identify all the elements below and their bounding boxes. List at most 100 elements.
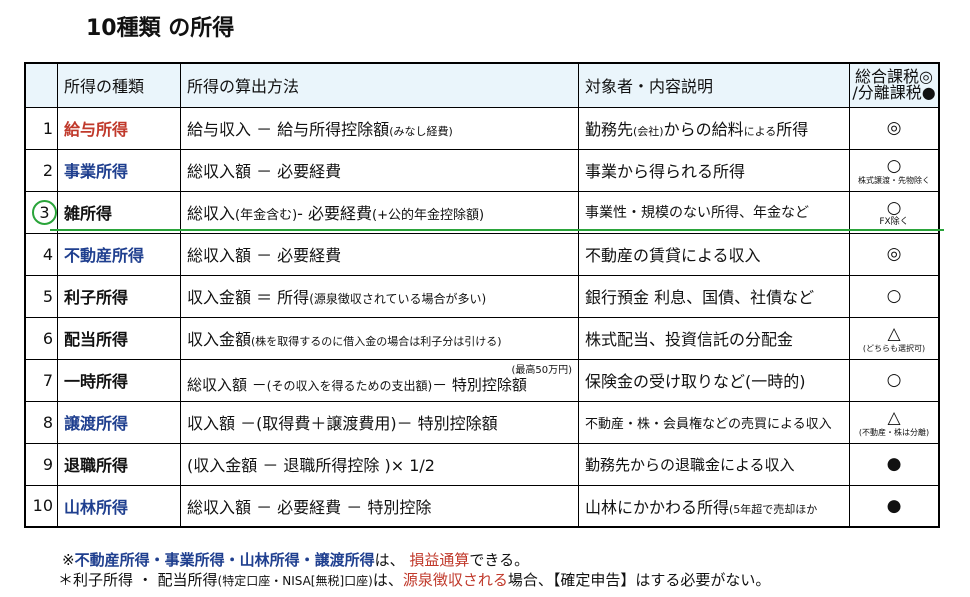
table-row: 6 配当所得 収入金額(株を取得するのに借入金の場合は利子分は引ける) 株式配当… [24, 316, 940, 360]
row-desc: 山林にかかわる所得(5年超で売却ほか [578, 484, 850, 528]
row-calc: (収入金額 － 退職所得控除 )× 1/2 [180, 442, 579, 486]
row-type: 給与所得 [57, 106, 181, 150]
row-calc: 収入金額(株を取得するのに借入金の場合は利子分は引ける) [180, 316, 579, 360]
calc-note: (年金含む) [235, 208, 298, 223]
row-no: 1 [24, 106, 58, 150]
notes: ※不動産所得・事業所得・山林所得・譲渡所得は、 損益通算できる。 ＊利子所得 ・… [58, 550, 771, 591]
row-no: 3 [24, 190, 58, 234]
calc-note: (その収入を得るための支出額) [266, 378, 433, 393]
row-desc: 保険金の受け取りなど(一時的) [578, 358, 850, 402]
table-row: 1 給与所得 給与収入 － 給与所得控除額(みなし経費) 勤務先(会社)からの給… [24, 106, 940, 150]
header-calc: 所得の算出方法 [180, 62, 579, 108]
row-tax: ○ [849, 274, 940, 318]
desc-tail: からの給料 [663, 120, 744, 139]
row-tax: ● [849, 442, 940, 486]
table-row: 10 山林所得 総収入額 － 必要経費 － 特別控除 山林にかかわる所得(5年超… [24, 484, 940, 528]
row-tax: ● [849, 484, 940, 528]
income-types-table: 所得の種類 所得の算出方法 対象者・内容説明 総合課税◎ /分離課税● 1 給与… [24, 62, 940, 528]
row-type: 雑所得 [57, 190, 181, 234]
note2-red: 源泉徴収される [402, 571, 508, 589]
calc-note: (源泉徴収されている場合が多い) [309, 292, 487, 306]
table-row: 7 一時所得 (最高50万円) 総収入額 －(その収入を得るための支出額)－ 特別… [24, 358, 940, 402]
row-type: 譲渡所得 [57, 400, 181, 444]
row-type: 山林所得 [57, 484, 181, 528]
row-calc: 総収入額 － 必要経費 [180, 148, 579, 192]
row-calc: 総収入額 － 必要経費 [180, 232, 579, 276]
row-type: 事業所得 [57, 148, 181, 192]
calc-main: 総収入 [187, 204, 236, 223]
row-tax: ○ [849, 358, 940, 402]
note1-prefix: ※ [62, 551, 75, 569]
table-row: 8 譲渡所得 収入額 －(取得費＋譲渡費用)－ 特別控除額 不動産・株・会員権な… [24, 400, 940, 444]
tax-symbol: ○ [886, 286, 902, 306]
tax-symbol: ● [886, 454, 902, 474]
header-desc: 対象者・内容説明 [578, 62, 850, 108]
row-desc: 勤務先(会社)からの給料による所得 [578, 106, 850, 150]
table-row: 5 利子所得 収入金額 ＝ 所得(源泉徴収されている場合が多い) 銀行預金 利息… [24, 274, 940, 318]
tax-symbol: ● [886, 495, 902, 516]
row-tax: ○ FX除く [849, 190, 940, 234]
calc-note2: (+公的年金控除額) [372, 208, 485, 223]
row-tax: △ (どちらも選択可) [849, 316, 940, 360]
row-calc: (最高50万円) 総収入額 －(その収入を得るための支出額)－ 特別控除額 [180, 358, 579, 402]
header-tax-line2: /分離課税● [852, 83, 936, 103]
tax-symbol: ◎ [886, 118, 902, 138]
note1-tail: できる。 [469, 551, 530, 569]
header-type: 所得の種類 [57, 62, 181, 108]
row-no: 7 [24, 358, 58, 402]
table-header-row: 所得の種類 所得の算出方法 対象者・内容説明 総合課税◎ /分離課税● [24, 62, 940, 108]
note2-c: 場合、【確定申告】はする必要がない。 [507, 571, 771, 589]
row-desc: 事業性・規模のない所得、年金など [578, 190, 850, 234]
row-tax: ○ 株式譲渡・先物除く [849, 148, 940, 192]
row-desc: 事業から得られる所得 [578, 148, 850, 192]
row-calc: 総収入(年金含む)- 必要経費(+公的年金控除額) [180, 190, 579, 234]
row-desc: 株式配当、投資信託の分配金 [578, 316, 850, 360]
row-type: 配当所得 [57, 316, 181, 360]
row-type: 利子所得 [57, 274, 181, 318]
row-no: 10 [24, 484, 58, 528]
tax-note: 株式譲渡・先物除く [858, 175, 930, 185]
table-row: 3 雑所得 総収入(年金含む)- 必要経費(+公的年金控除額) 事業性・規模のな… [24, 190, 940, 234]
calc-main: 収入金額 ＝ 所得 [187, 288, 310, 307]
calc-tail: － 特別控除額 [432, 375, 527, 394]
row-calc: 収入額 －(取得費＋譲渡費用)－ 特別控除額 [180, 400, 579, 444]
note1-mid: は、 [374, 551, 405, 569]
desc-tail2: 所得 [776, 120, 809, 139]
row-calc: 給与収入 － 給与所得控除額(みなし経費) [180, 106, 579, 150]
desc-main: 山林にかかわる所得 [585, 497, 730, 517]
row-desc: 不動産・株・会員権などの売買による収入 [578, 400, 850, 444]
row-no: 4 [24, 232, 58, 276]
calc-main: 総収入額 － [187, 375, 267, 394]
note1-red: 損益通算 [409, 551, 470, 569]
calc-sup-note: (最高50万円) [511, 364, 572, 376]
row-no: 5 [24, 274, 58, 318]
tax-note: (どちらも選択可) [862, 343, 926, 353]
row-no: 9 [24, 442, 58, 486]
row-tax: ◎ [849, 106, 940, 150]
note2-b: は、 [372, 571, 403, 589]
row-desc: 不動産の賃貸による収入 [578, 232, 850, 276]
tax-symbol: ○ [886, 155, 902, 176]
note1-items: 不動産所得・事業所得・山林所得・譲渡所得 [74, 551, 375, 569]
highlight-underline [50, 229, 944, 231]
calc-note: (株を取得するのに借入金の場合は利子分は引ける) [251, 335, 502, 348]
tax-note: FX除く [879, 216, 909, 227]
row-type: 退職所得 [57, 442, 181, 486]
tax-note: (不動産・株は分離) [858, 427, 930, 437]
table-row: 4 不動産所得 総収入額 － 必要経費 不動産の賃貸による収入 ◎ [24, 232, 940, 276]
note-1: ※不動産所得・事業所得・山林所得・譲渡所得は、 損益通算できる。 [62, 550, 770, 570]
page-title: 10種類 の所得 [62, 6, 235, 44]
row-calc: 収入金額 ＝ 所得(源泉徴収されている場合が多い) [180, 274, 579, 318]
calc-main: 収入金額 [187, 330, 252, 349]
header-tax: 総合課税◎ /分離課税● [849, 62, 940, 108]
row-no: 8 [24, 400, 58, 444]
row-desc: 勤務先からの退職金による収入 [578, 442, 850, 486]
row-no: 2 [24, 148, 58, 192]
header-no [24, 62, 58, 108]
table-row: 2 事業所得 総収入額 － 必要経費 事業から得られる所得 ○ 株式譲渡・先物除く [24, 148, 940, 192]
table-row: 9 退職所得 (収入金額 － 退職所得控除 )× 1/2 勤務先からの退職金によ… [24, 442, 940, 486]
tax-symbol: ○ [886, 197, 902, 218]
calc-main: 給与収入 － 給与所得控除額 [187, 120, 390, 139]
desc-main: 勤務先 [585, 120, 634, 139]
row-calc: 総収入額 － 必要経費 － 特別控除 [180, 484, 579, 528]
